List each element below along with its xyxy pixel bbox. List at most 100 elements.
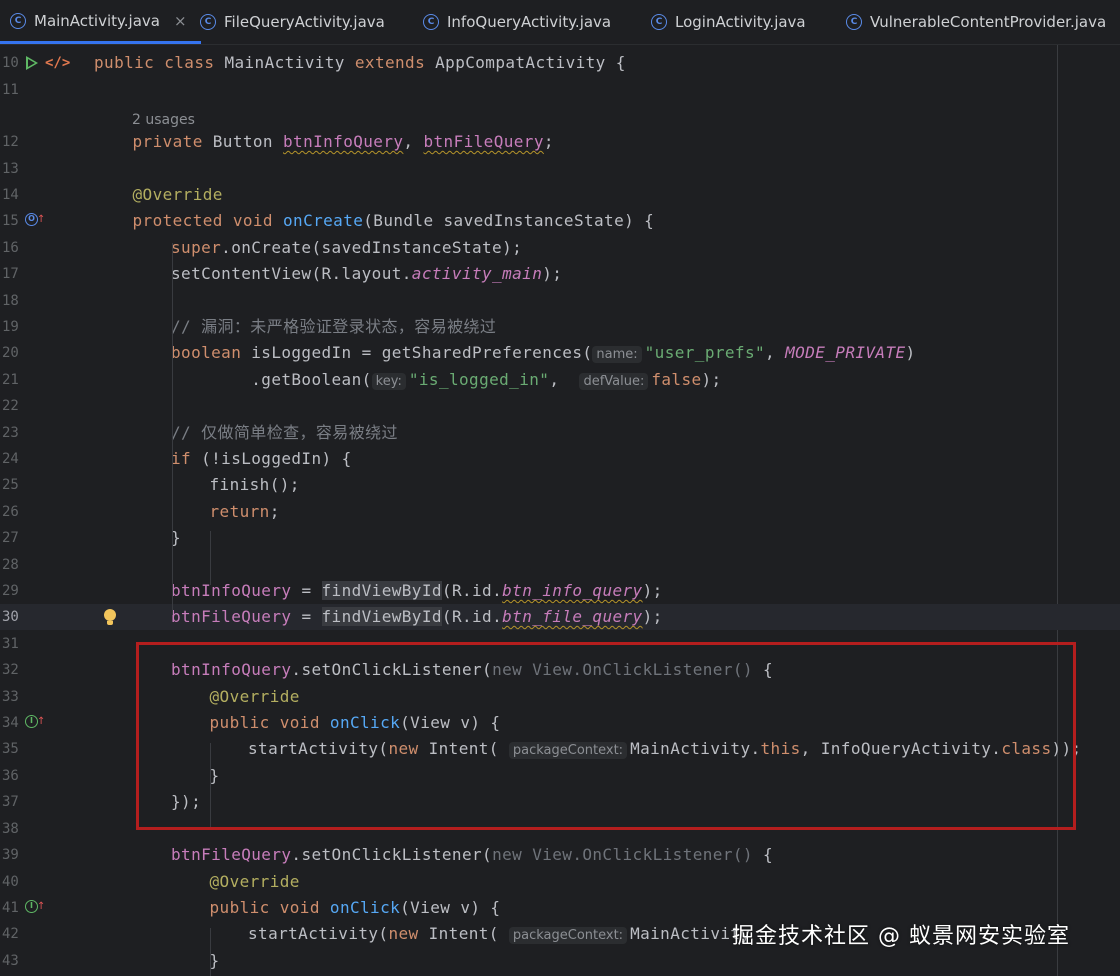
line-number: 29: [2, 583, 19, 599]
java-class-icon: C: [846, 14, 862, 30]
code-line[interactable]: 25 finish();: [0, 472, 1120, 498]
code-token: MODE_PRIVATE: [785, 343, 906, 362]
code-token: startActivity(: [248, 924, 389, 943]
code-text: btnFileQuery = findViewById(R.id.btn_fil…: [171, 604, 663, 630]
line-number: 40: [2, 874, 19, 890]
line-number: 26: [2, 504, 19, 520]
line-number: 27: [2, 530, 19, 546]
code-line[interactable]: 39 btnFileQuery.setOnClickListener(new Vi…: [0, 842, 1120, 868]
code-line[interactable]: 24 if (!isLoggedIn) {: [0, 446, 1120, 472]
java-class-icon: C: [651, 14, 667, 30]
close-icon[interactable]: ×: [174, 12, 187, 30]
code-token: public void: [209, 898, 330, 917]
code-line[interactable]: 13: [0, 156, 1120, 182]
code-token: super: [171, 238, 222, 257]
code-text: public class MainActivity extends AppCom…: [94, 50, 626, 76]
ide-window: C MainActivity.java × C FileQueryActivit…: [0, 0, 1120, 976]
tab-vulnerablecontentprovider[interactable]: C VulnerableContentProvider.java: [846, 0, 1106, 44]
code-token: .setOnClickListener(: [291, 845, 493, 864]
code-token: btnFileQuery: [423, 132, 544, 151]
code-line[interactable]: 14 @Override: [0, 182, 1120, 208]
code-line[interactable]: 30 btnFileQuery = findViewById(R.id.btn_f…: [0, 604, 1120, 631]
code-token: isLoggedIn = getSharedPreferences(: [251, 343, 593, 362]
code-token: btnFileQuery: [171, 845, 292, 864]
parameter-hint: key:: [371, 373, 406, 390]
code-token: ;: [269, 502, 280, 521]
code-token: );: [542, 264, 563, 283]
code-line[interactable]: 28: [0, 552, 1120, 578]
tab-infoqueryactivity[interactable]: C InfoQueryActivity.java: [423, 0, 611, 44]
code-token: ;: [543, 132, 554, 151]
code-line[interactable]: 23 // 仅做简单检查，容易被绕过: [0, 420, 1120, 446]
code-icon[interactable]: </>: [45, 50, 70, 76]
line-number: 42: [2, 926, 19, 942]
code-text: btnFileQuery.setOnClickListener(new View…: [171, 842, 773, 868]
line-number: 43: [2, 953, 19, 969]
indent-guide: [172, 407, 173, 435]
code-token: AppCompatActivity {: [435, 53, 626, 72]
code-token: );: [701, 370, 722, 389]
tab-loginactivity[interactable]: C LoginActivity.java: [651, 0, 806, 44]
code-token: return: [209, 502, 270, 521]
code-token: =: [291, 607, 322, 626]
code-line[interactable]: 43}: [0, 948, 1120, 974]
code-token: .getBoolean(: [171, 370, 372, 389]
code-token: ,: [403, 132, 424, 151]
line-number: 13: [2, 161, 19, 177]
lightbulb-icon[interactable]: [104, 609, 116, 625]
code-token: ): [905, 343, 916, 362]
code-line[interactable]: 17 setContentView(R.layout.activity_main)…: [0, 261, 1120, 287]
code-line[interactable]: 16 super.onCreate(savedInstanceState);: [0, 235, 1120, 261]
code-token: btnFileQuery: [171, 607, 292, 626]
code-text: btnInfoQuery = findViewById(R.id.btn_inf…: [171, 578, 663, 604]
code-line[interactable]: 10 public class MainActivity extends AppC…: [0, 50, 1120, 76]
tab-label: LoginActivity.java: [675, 13, 806, 31]
code-token: btnInfoQuery: [171, 581, 292, 600]
code-text: // 漏洞：未严格验证登录状态，容易被绕过: [171, 314, 496, 340]
code-text: }: [210, 948, 220, 974]
line-number: 30: [2, 609, 19, 625]
code-line[interactable]: 29 btnInfoQuery = findViewById(R.id.btn_i…: [0, 578, 1120, 604]
code-line[interactable]: 20 boolean isLoggedIn = getSharedPreferen…: [0, 340, 1120, 366]
code-token: onCreate: [283, 211, 364, 230]
code-token: btn_info_query: [502, 581, 643, 600]
line-number: 25: [2, 477, 19, 493]
line-number: 21: [2, 372, 19, 388]
java-class-icon: C: [10, 12, 26, 29]
code-token: );: [642, 581, 663, 600]
code-token: "user_prefs": [644, 343, 766, 362]
line-number: 38: [2, 821, 19, 837]
code-editor[interactable]: 10 public class MainActivity extends AppC…: [0, 45, 1120, 976]
line-number: 23: [2, 425, 19, 441]
up-arrow-icon[interactable]: ↑: [37, 709, 45, 735]
code-line[interactable]: 18: [0, 288, 1120, 314]
line-number: 20: [2, 345, 19, 361]
tab-mainactivity[interactable]: C MainActivity.java ×: [0, 0, 201, 44]
run-icon[interactable]: [26, 56, 38, 70]
tab-label: FileQueryActivity.java: [224, 13, 385, 31]
code-line[interactable]: 27}: [0, 525, 1120, 551]
code-line[interactable]: 22: [0, 393, 1120, 419]
indent-guide: [210, 928, 211, 976]
code-line[interactable]: 21 .getBoolean(key: "is_logged_in", defVa…: [0, 367, 1120, 393]
code-token: btnInfoQuery: [283, 132, 404, 151]
tab-filequeryactivity[interactable]: C FileQueryActivity.java: [200, 0, 385, 44]
code-line[interactable]: 15 protected void onCreate(Bundle savedIn…: [0, 208, 1120, 234]
code-token: Button: [212, 132, 283, 151]
code-line[interactable]: 26 return;: [0, 499, 1120, 525]
code-token: if: [171, 449, 202, 468]
line-number: 37: [2, 794, 19, 810]
usages-hint[interactable]: 2 usages: [132, 107, 195, 133]
code-token: .onCreate(savedInstanceState);: [221, 238, 523, 257]
up-arrow-icon[interactable]: ↑: [37, 894, 45, 920]
code-line[interactable]: 11: [0, 77, 1120, 103]
code-token: "is_logged_in": [408, 370, 550, 389]
code-line[interactable]: 40 @Override: [0, 869, 1120, 895]
up-arrow-icon[interactable]: ↑: [37, 207, 45, 233]
code-token: =: [291, 581, 322, 600]
code-text: super.onCreate(savedInstanceState);: [171, 235, 522, 261]
code-token: // 仅做简单检查，容易被绕过: [171, 423, 398, 442]
code-line[interactable]: 19 // 漏洞：未严格验证登录状态，容易被绕过: [0, 314, 1120, 340]
tab-label: VulnerableContentProvider.java: [870, 13, 1107, 31]
line-number: 11: [2, 82, 19, 98]
